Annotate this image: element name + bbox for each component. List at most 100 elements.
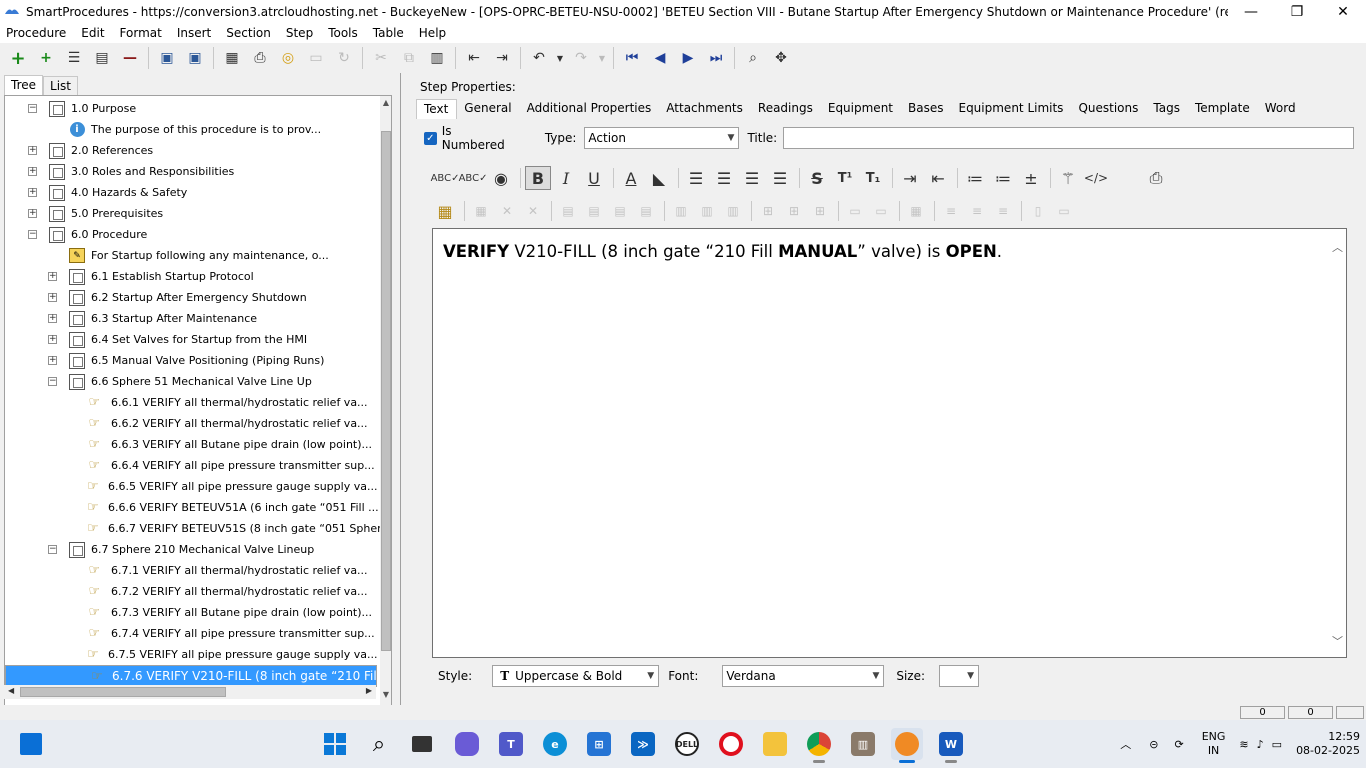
smartprocedures-button[interactable] xyxy=(891,728,923,763)
menu-tools[interactable]: Tools xyxy=(328,26,358,40)
tree-node[interactable]: ☞ 6.6.2 VERIFY all thermal/hydrostatic re… xyxy=(5,413,377,434)
editor-scrollbar[interactable]: ︿ ﹀ xyxy=(1332,239,1344,649)
sync-icon[interactable]: ⟳ xyxy=(1174,738,1183,751)
tree-horizontal-scrollbar[interactable]: ◀ ▶ xyxy=(4,685,376,699)
scroll-left-icon[interactable]: ◀ xyxy=(8,686,14,695)
tree-node[interactable]: +6.5 Manual Valve Positioning (Piping Ru… xyxy=(5,350,377,371)
search-button[interactable]: ⌕ xyxy=(363,728,395,760)
valign-bottom-icon[interactable]: ≡ xyxy=(991,199,1015,223)
chevron-down-icon[interactable]: ﹀ xyxy=(1332,633,1343,649)
style-select[interactable]: T Uppercase & Bold ▼ xyxy=(492,665,660,687)
maximize-button[interactable]: ❐ xyxy=(1274,0,1320,23)
table-properties-icon[interactable]: ▦ xyxy=(469,199,493,223)
column-width-icon[interactable]: ▯ xyxy=(1026,199,1050,223)
battery-icon[interactable]: ▭ xyxy=(1272,738,1282,751)
scroll-right-icon[interactable]: ▶ xyxy=(366,686,372,695)
undo-icon[interactable]: ↶ xyxy=(528,47,550,69)
tab-general[interactable]: General xyxy=(457,99,519,119)
pane-splitter[interactable] xyxy=(400,73,408,705)
volume-icon[interactable]: ♪ xyxy=(1257,738,1264,751)
tree-node[interactable]: +5.0 Prerequisites xyxy=(5,203,377,224)
tab-questions[interactable]: Questions xyxy=(1071,99,1146,119)
tab-equipment-limits[interactable]: Equipment Limits xyxy=(951,99,1071,119)
language-indicator[interactable]: ENG IN xyxy=(1202,730,1226,758)
move-icon[interactable]: ✥ xyxy=(770,47,792,69)
decrease-indent-icon[interactable]: ⇤ xyxy=(925,166,951,190)
tree-node[interactable]: i The purpose of this procedure is to pro… xyxy=(5,119,377,140)
redo-dropdown-icon[interactable]: ▼ xyxy=(598,47,606,69)
spellcheck-icon[interactable]: ABC✓ xyxy=(431,166,460,190)
color-wheel-icon[interactable]: ◉ xyxy=(488,166,514,190)
redo-icon[interactable]: ↷ xyxy=(570,47,592,69)
tree-node[interactable]: ☞ 6.7.1 VERIFY all thermal/hydrostatic re… xyxy=(5,560,377,581)
expander-icon[interactable]: + xyxy=(28,167,37,176)
tree-node[interactable]: − 6.6 Sphere 51 Mechanical Valve Line Up xyxy=(5,371,377,392)
show-hidden-icons-icon[interactable]: ︿ xyxy=(1120,736,1131,752)
align-center-icon[interactable]: ☰ xyxy=(711,166,737,190)
tree-node[interactable]: +6.4 Set Valves for Startup from the HMI xyxy=(5,329,377,350)
clock[interactable]: 12:59 08-02-2025 xyxy=(1296,730,1360,758)
expander-icon[interactable]: + xyxy=(48,335,57,344)
power-automate-button[interactable]: ≫ xyxy=(627,728,659,760)
tab-tree[interactable]: Tree xyxy=(4,75,44,95)
remote-app-button[interactable]: ▥ xyxy=(847,728,879,760)
scroll-down-icon[interactable]: ▼ xyxy=(380,690,391,704)
tree-node[interactable]: − 1.0 Purpose xyxy=(5,98,377,119)
expander-icon[interactable]: − xyxy=(48,377,57,386)
first-icon[interactable]: ⏮ xyxy=(621,47,643,69)
tree-node[interactable]: +6.3 Startup After Maintenance xyxy=(5,308,377,329)
tree-node[interactable]: ☞ 6.6.6 VERIFY BETEUV51A (6 inch gate “05… xyxy=(5,497,379,518)
expander-icon[interactable]: + xyxy=(48,314,57,323)
menu-step[interactable]: Step xyxy=(286,26,313,40)
increase-indent-icon[interactable]: ⇥ xyxy=(897,166,923,190)
copy-icon[interactable]: ⧉ xyxy=(398,47,420,69)
align-left-icon[interactable]: ☰ xyxy=(683,166,709,190)
card-icon[interactable]: ▭ xyxy=(305,47,327,69)
tree-node[interactable]: +6.2 Startup After Emergency Shutdown xyxy=(5,287,377,308)
tree-node[interactable]: ☞ 6.6.7 VERIFY BETEUV51S (8 inch gate “05… xyxy=(5,518,391,539)
save-icon[interactable]: ▣ xyxy=(184,47,206,69)
tree-node[interactable]: ☞ 6.6.5 VERIFY all pipe pressure gauge su… xyxy=(5,476,377,497)
chrome-button[interactable] xyxy=(803,728,835,763)
menu-section[interactable]: Section xyxy=(226,26,271,40)
tree-node[interactable]: ☞ 6.6.4 VERIFY all pipe pressure transmit… xyxy=(5,455,377,476)
tab-additional-properties[interactable]: Additional Properties xyxy=(520,99,660,119)
remove-icon[interactable]: — xyxy=(119,47,141,69)
dell-button[interactable]: DELL xyxy=(671,728,703,760)
font-color-icon[interactable]: A xyxy=(618,166,644,190)
highlight-icon[interactable]: ◣ xyxy=(646,166,672,190)
wifi-icon[interactable]: ≋ xyxy=(1239,738,1248,751)
spellcheck-auto-icon[interactable]: ABC✓ xyxy=(459,166,488,190)
delete-table-alt-icon[interactable]: ✕ xyxy=(521,199,545,223)
expander-icon[interactable]: + xyxy=(48,356,57,365)
italic-button[interactable]: I xyxy=(553,166,579,190)
scroll-thumb[interactable] xyxy=(20,687,226,697)
tab-attachments[interactable]: Attachments xyxy=(659,99,751,119)
superscript-button[interactable]: T¹ xyxy=(832,166,858,190)
menu-format[interactable]: Format xyxy=(120,26,162,40)
tab-template[interactable]: Template xyxy=(1188,99,1258,119)
tree-node[interactable]: +2.0 References xyxy=(5,140,377,161)
valign-top-icon[interactable]: ≡ xyxy=(939,199,963,223)
copilot-button[interactable] xyxy=(451,728,483,760)
delete-table-icon[interactable]: ✕ xyxy=(495,199,519,223)
word-button[interactable]: W xyxy=(935,728,967,763)
tree-node[interactable]: ☞ 6.7.4 VERIFY all pipe pressure transmit… xyxy=(5,623,377,644)
tree-node[interactable]: ☞ 6.7.3 VERIFY all Butane pipe drain (low… xyxy=(5,602,377,623)
tree-node[interactable]: ☞ 6.6.3 VERIFY all Butane pipe drain (low… xyxy=(5,434,377,455)
vpn-icon[interactable]: ⊝ xyxy=(1149,738,1158,751)
size-select[interactable]: ▼ xyxy=(939,665,980,687)
close-button[interactable]: ✕ xyxy=(1320,0,1366,23)
minimize-button[interactable]: — xyxy=(1228,0,1274,23)
menu-edit[interactable]: Edit xyxy=(81,26,104,40)
valign-middle-icon[interactable]: ≡ xyxy=(965,199,989,223)
find-icon[interactable]: ⌕ xyxy=(742,47,764,69)
title-input[interactable] xyxy=(783,127,1354,149)
expander-icon[interactable]: − xyxy=(28,104,37,113)
align-right-icon[interactable]: ☰ xyxy=(739,166,765,190)
expander-icon[interactable]: − xyxy=(48,545,57,554)
next-icon[interactable]: ▶ xyxy=(677,47,699,69)
cell-merge-icon[interactable]: ⊞ xyxy=(782,199,806,223)
add-child-icon[interactable]: + xyxy=(35,47,57,69)
insert-table-icon[interactable]: ▦ xyxy=(432,199,458,223)
